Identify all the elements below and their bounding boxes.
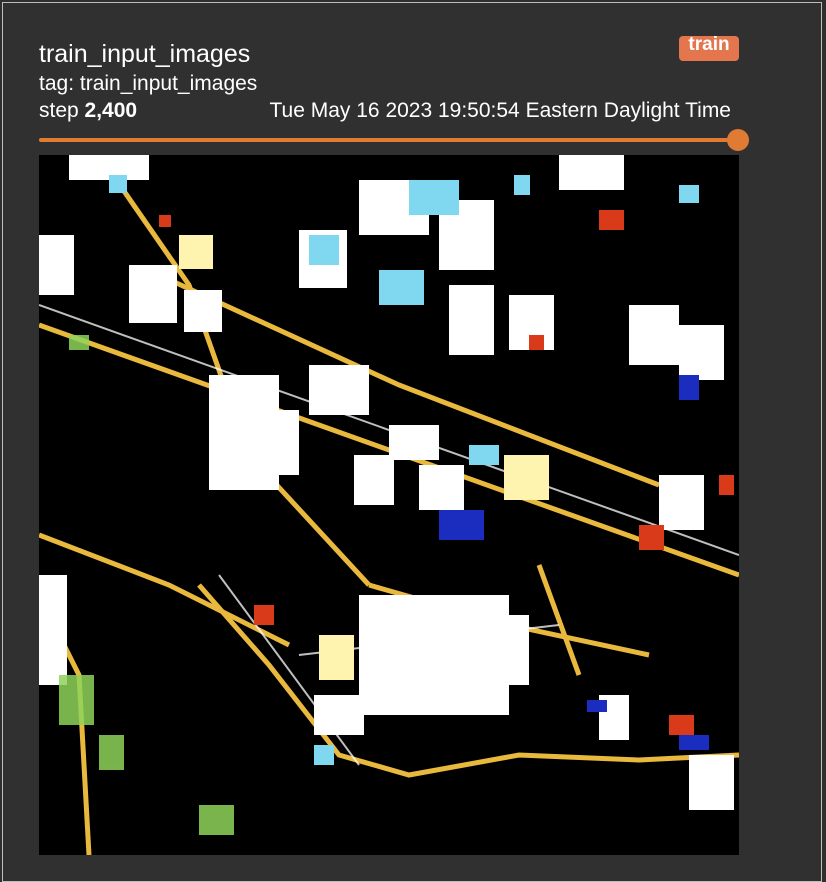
step-value: 2,400: [84, 99, 138, 122]
step-label: step 2,400: [39, 98, 137, 124]
step-slider[interactable]: [39, 128, 749, 152]
satellite-image-render: [39, 155, 739, 855]
tag-label: tag: train_input_images: [39, 72, 258, 95]
step-prefix: step: [39, 99, 79, 122]
image-summary-card: train_input_images train tag: train_inpu…: [2, 2, 822, 882]
run-badge: train: [679, 35, 739, 61]
step-timestamp: Tue May 16 2023 19:50:54 Eastern Dayligh…: [269, 99, 732, 122]
slider-track[interactable]: [39, 138, 739, 142]
slider-thumb[interactable]: [727, 129, 749, 151]
card-title: train_input_images: [39, 40, 251, 68]
satellite-image: [39, 155, 739, 855]
